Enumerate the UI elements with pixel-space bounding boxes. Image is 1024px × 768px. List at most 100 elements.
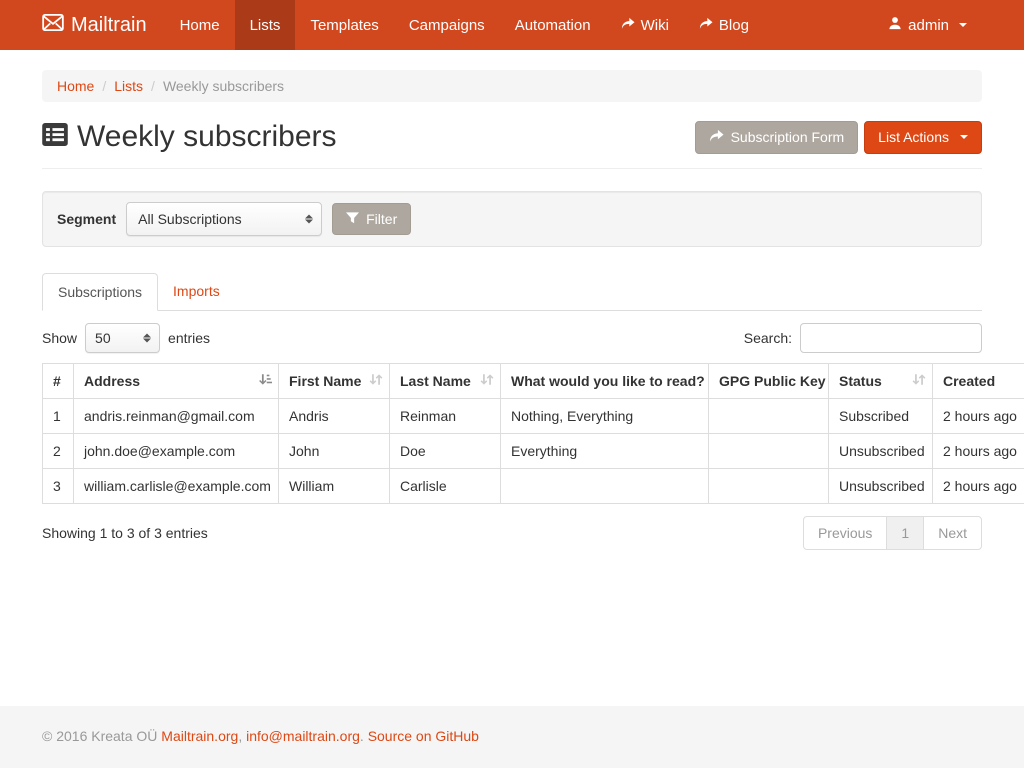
cell-status: Unsubscribed — [829, 469, 933, 504]
breadcrumb-separator: / — [102, 78, 106, 94]
footer-email-link[interactable]: info@mailtrain.org — [246, 728, 360, 744]
page-header: Weekly subscribers Subscription Form Lis… — [42, 120, 982, 169]
col-address[interactable]: Address — [74, 364, 279, 399]
user-menu[interactable]: admin — [873, 0, 982, 50]
sort-both-icon — [480, 373, 494, 390]
cell-gpg-key — [709, 399, 829, 434]
breadcrumb-separator: / — [151, 78, 155, 94]
table-footer: Showing 1 to 3 of 3 entries Previous 1 N… — [42, 516, 982, 550]
nav-item-templates[interactable]: Templates — [295, 0, 393, 50]
cell-index: 3 — [43, 469, 74, 504]
subscription-form-label: Subscription Form — [731, 129, 845, 145]
navbar: Mailtrain Home Lists Templates Campaigns… — [0, 0, 1024, 50]
sort-both-icon — [912, 373, 926, 390]
breadcrumb-lists[interactable]: Lists — [114, 78, 143, 94]
cell-read-pref: Nothing, Everything — [501, 399, 709, 434]
nav-item-home[interactable]: Home — [165, 0, 235, 50]
external-link-icon — [621, 17, 635, 34]
copyright-text: © 2016 Kreata OÜ — [42, 728, 157, 744]
segment-label: Segment — [57, 211, 116, 227]
tabs: Subscriptions Imports — [42, 273, 982, 311]
footer: © 2016 Kreata OÜ Mailtrain.org, info@mai… — [0, 706, 1024, 768]
select-arrows-icon — [143, 334, 151, 343]
main-content: Home / Lists / Weekly subscribers — [27, 50, 997, 550]
cell-last-name: Carlisle — [390, 469, 501, 504]
page-title: Weekly subscribers — [42, 120, 337, 154]
page-size-select[interactable]: 50 — [85, 323, 160, 353]
search-input[interactable] — [800, 323, 982, 353]
subscription-form-button[interactable]: Subscription Form — [695, 121, 859, 154]
share-icon — [709, 129, 724, 146]
col-status[interactable]: Status — [829, 364, 933, 399]
cell-address: william.carlisle@example.com — [74, 469, 279, 504]
cell-gpg-key — [709, 469, 829, 504]
list-actions-button[interactable]: List Actions — [864, 121, 982, 154]
subscribers-table: # Address — [42, 363, 1024, 504]
pagination: Previous 1 Next — [803, 516, 982, 550]
cell-last-name: Reinman — [390, 399, 501, 434]
col-custom-field: What would you like to read? — [501, 364, 709, 399]
breadcrumb: Home / Lists / Weekly subscribers — [42, 70, 982, 102]
cell-index: 2 — [43, 434, 74, 469]
brand-label: Mailtrain — [71, 14, 147, 37]
breadcrumb-home[interactable]: Home — [57, 78, 94, 94]
tab-imports[interactable]: Imports — [158, 273, 235, 311]
col-gpg-key: GPG Public Key — [709, 364, 829, 399]
cell-first-name: Andris — [279, 399, 390, 434]
pagination-next[interactable]: Next — [923, 516, 982, 550]
table-controls: Show 50 entries Search: — [42, 323, 982, 353]
filter-button[interactable]: Filter — [332, 203, 411, 235]
pagination-previous[interactable]: Previous — [803, 516, 887, 550]
nav-item-wiki-label: Wiki — [641, 17, 669, 34]
chevron-down-icon — [960, 135, 968, 139]
entries-label: entries — [168, 330, 210, 346]
col-index: # — [43, 364, 74, 399]
table-row: 3 william.carlisle@example.com William C… — [43, 469, 1024, 504]
nav-item-blog[interactable]: Blog — [684, 0, 764, 50]
cell-first-name: William — [279, 469, 390, 504]
user-icon — [888, 16, 902, 34]
page-size-value: 50 — [95, 330, 111, 346]
nav-item-wiki[interactable]: Wiki — [606, 0, 684, 50]
cell-address: john.doe@example.com — [74, 434, 279, 469]
cell-first-name: John — [279, 434, 390, 469]
col-last-name[interactable]: Last Name — [390, 364, 501, 399]
breadcrumb-current: Weekly subscribers — [163, 78, 284, 94]
filter-icon — [346, 211, 359, 227]
footer-site-link[interactable]: Mailtrain.org — [161, 728, 238, 744]
segment-bar: Segment All Subscriptions Filter — [42, 191, 982, 247]
footer-source-link[interactable]: Source on GitHub — [368, 728, 479, 744]
page-root: Mailtrain Home Lists Templates Campaigns… — [0, 0, 1024, 768]
col-first-name[interactable]: First Name — [279, 364, 390, 399]
nav-item-automation[interactable]: Automation — [500, 0, 606, 50]
search-label: Search: — [744, 330, 792, 346]
nav-item-lists[interactable]: Lists — [235, 0, 296, 50]
footer-separator: , — [238, 728, 246, 744]
user-label: admin — [908, 17, 949, 34]
tab-subscriptions[interactable]: Subscriptions — [42, 273, 158, 311]
page-title-text: Weekly subscribers — [77, 120, 337, 154]
external-link-icon — [699, 17, 713, 34]
col-created[interactable]: Created — [933, 364, 1024, 399]
table-row: 1 andris.reinman@gmail.com Andris Reinma… — [43, 399, 1024, 434]
list-alt-icon — [42, 120, 68, 154]
table-row: 2 john.doe@example.com John Doe Everythi… — [43, 434, 1024, 469]
pagination-page-1[interactable]: 1 — [886, 516, 924, 550]
cell-status: Subscribed — [829, 399, 933, 434]
cell-read-pref: Everything — [501, 434, 709, 469]
cell-read-pref — [501, 469, 709, 504]
brand-link[interactable]: Mailtrain — [42, 0, 165, 50]
cell-status: Unsubscribed — [829, 434, 933, 469]
filter-label: Filter — [366, 211, 397, 227]
cell-address: andris.reinman@gmail.com — [74, 399, 279, 434]
segment-select[interactable]: All Subscriptions — [126, 202, 322, 236]
select-arrows-icon — [305, 215, 313, 224]
table-info: Showing 1 to 3 of 3 entries — [42, 525, 208, 541]
cell-gpg-key — [709, 434, 829, 469]
nav-item-campaigns[interactable]: Campaigns — [394, 0, 500, 50]
sort-asc-icon — [258, 373, 272, 390]
sort-both-icon — [369, 373, 383, 390]
show-label: Show — [42, 330, 77, 346]
segment-selected-value: All Subscriptions — [138, 211, 242, 227]
cell-created: 2 hours ago — [933, 434, 1024, 469]
